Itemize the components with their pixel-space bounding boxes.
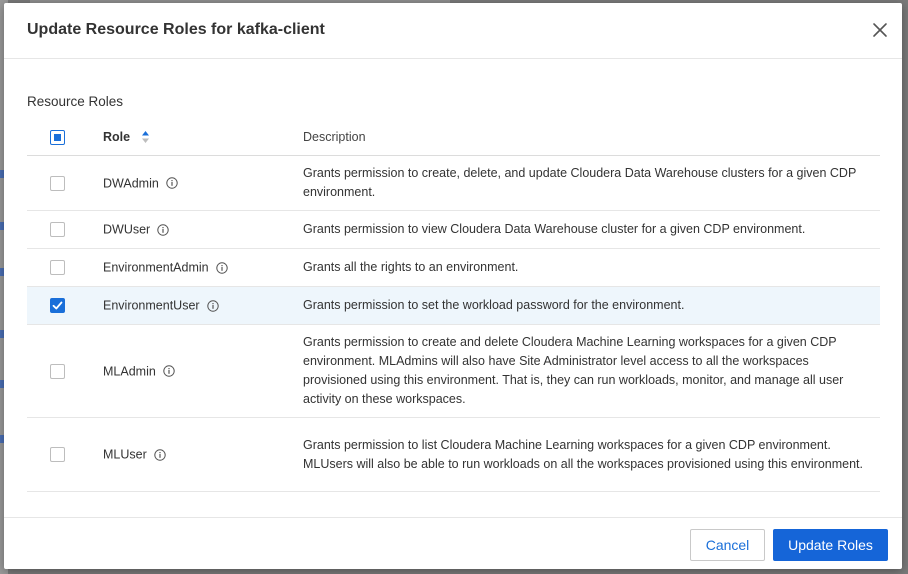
sort-icon[interactable] [141, 130, 150, 144]
role-description: Grants permission to create, delete, and… [303, 155, 880, 211]
row-select-cell [27, 248, 103, 287]
section-title: Resource Roles [27, 94, 124, 109]
checkmark-icon [52, 301, 63, 310]
roles-table: Role Description DWAdmin Grants permissio… [27, 119, 880, 492]
row-checkbox[interactable] [50, 298, 65, 314]
row-select-cell [27, 155, 103, 211]
role-cell: MLUser [103, 417, 303, 492]
update-roles-dialog: Update Resource Roles for kafka-client R… [4, 3, 902, 569]
row-checkbox[interactable] [50, 363, 65, 379]
role-description: Grants permission to list Cloudera Machi… [303, 417, 880, 492]
info-icon[interactable] [154, 449, 166, 461]
update-roles-button[interactable]: Update Roles [773, 529, 888, 561]
role-description: Grants permission to create and delete C… [303, 324, 880, 418]
table-row[interactable]: EnvironmentAdmin Grants all the rights to… [27, 248, 880, 287]
table-row[interactable]: DWAdmin Grants permission to create, dele… [27, 155, 880, 211]
select-all-checkbox[interactable] [50, 129, 65, 145]
table-row[interactable]: MLAdmin Grants permission to create and d… [27, 324, 880, 418]
role-cell: MLAdmin [103, 324, 303, 418]
close-icon [873, 23, 887, 37]
row-select-cell [27, 324, 103, 418]
role-description: Grants all the rights to an environment. [303, 248, 880, 287]
description-column-header: Description [303, 119, 880, 156]
close-button[interactable] [870, 20, 890, 40]
row-checkbox[interactable] [50, 175, 65, 191]
role-name: EnvironmentUser [103, 298, 200, 313]
info-icon[interactable] [163, 365, 175, 378]
row-select-cell [27, 210, 103, 249]
info-icon[interactable] [166, 177, 178, 190]
role-column-header[interactable]: Role [103, 119, 303, 156]
role-name: EnvironmentAdmin [103, 260, 209, 275]
role-cell: EnvironmentAdmin [103, 248, 303, 287]
role-name: MLUser [103, 447, 147, 462]
role-name: MLAdmin [103, 364, 156, 379]
dialog-header: Update Resource Roles for kafka-client [4, 3, 902, 59]
role-header-label: Role [103, 129, 131, 144]
role-cell: EnvironmentUser [103, 286, 303, 325]
row-checkbox[interactable] [50, 447, 65, 463]
dialog-footer: Cancel Update Roles [4, 517, 902, 569]
header-select-cell [27, 119, 103, 156]
role-description: Grants permission to view Cloudera Data … [303, 210, 880, 249]
dialog-title: Update Resource Roles for kafka-client [27, 21, 325, 38]
description-header-label: Description [303, 130, 366, 144]
info-icon[interactable] [215, 262, 228, 274]
row-checkbox[interactable] [50, 260, 65, 276]
role-cell: DWUser [103, 210, 303, 249]
info-icon[interactable] [206, 300, 219, 312]
role-name: DWUser [103, 222, 151, 237]
table-row[interactable]: EnvironmentUser Grants permission to set … [27, 286, 880, 325]
role-description: Grants permission to set the workload pa… [303, 286, 880, 325]
row-select-cell [27, 286, 103, 325]
row-select-cell [27, 417, 103, 492]
role-cell: DWAdmin [103, 155, 303, 211]
cancel-button[interactable]: Cancel [690, 529, 765, 561]
info-icon[interactable] [157, 224, 169, 236]
table-row[interactable]: DWUser Grants permission to view Cloudera… [27, 210, 880, 249]
role-name: DWAdmin [103, 176, 159, 191]
table-row[interactable]: MLUser Grants permission to list Cloudera… [27, 417, 880, 492]
table-header-row: Role Description [27, 119, 880, 156]
row-checkbox[interactable] [50, 222, 65, 238]
